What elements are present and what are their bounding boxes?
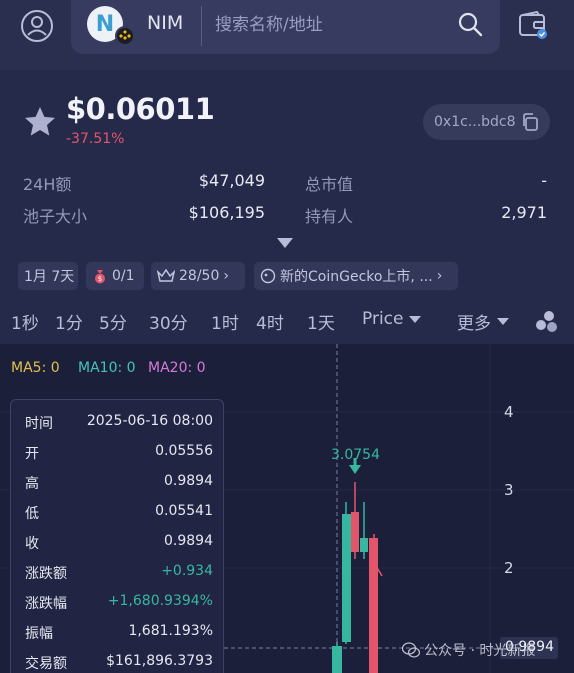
contract-address: 0x1c...bdc8: [434, 114, 516, 130]
ma20-label: MA20: 0: [148, 360, 206, 376]
search-input[interactable]: [215, 10, 445, 40]
tf-4h[interactable]: 4时: [256, 309, 284, 334]
stat-label-pool-size: 池子大小: [23, 207, 88, 226]
candle-body: [351, 512, 359, 552]
search-icon[interactable]: [457, 11, 483, 37]
token-name: NIM: [147, 12, 184, 34]
news-chip[interactable]: 新的CoinGecko上市, ... ›: [254, 262, 458, 290]
stat-value-holders: 2,971: [501, 203, 547, 222]
token-price: $0.06011: [66, 92, 215, 126]
money-bag-icon: $: [95, 270, 105, 284]
watermark: 公众号 · 时光新报: [402, 640, 535, 660]
peak-price-label: 3.0754: [331, 447, 380, 463]
tf-1s[interactable]: 1秒: [11, 309, 39, 334]
stat-value-market-cap: -: [541, 171, 547, 190]
peak-marker-arrow: [349, 465, 361, 474]
ma5-label: MA5: 0: [11, 360, 60, 376]
chevron-down-icon: [409, 315, 422, 323]
score-chip[interactable]: 28/50 ›: [151, 262, 245, 290]
expand-down-icon[interactable]: [276, 237, 294, 249]
candle-tooltip: 时间 2025-06-16 08:00 开 0.05556 高 0.9894 低…: [10, 399, 224, 673]
top-bar: N NIM: [0, 0, 574, 70]
chevron-right-icon: ›: [436, 268, 443, 284]
stat-label-market-cap: 总市值: [305, 175, 354, 194]
copy-icon[interactable]: [520, 112, 540, 132]
contract-address-chip[interactable]: 0x1c...bdc8: [423, 104, 550, 140]
age-chip[interactable]: 1月 7天: [18, 262, 78, 290]
search-bar[interactable]: N NIM: [71, 0, 500, 54]
svg-text:$: $: [98, 275, 102, 283]
tf-1h[interactable]: 1时: [211, 309, 239, 334]
tf-30m[interactable]: 30分: [149, 309, 188, 334]
y-tick-2: 2: [504, 559, 514, 577]
search-divider: [201, 6, 202, 46]
stat-value-pool-size: $106,195: [188, 203, 265, 222]
stat-value-24h-volume: $47,049: [198, 171, 265, 190]
candle-body: [369, 538, 378, 673]
favorite-star-icon[interactable]: [22, 104, 58, 140]
more-select[interactable]: 更多: [457, 309, 509, 334]
audit-chip[interactable]: $ 0/1: [86, 262, 144, 290]
price-change: -37.51%: [66, 131, 125, 147]
crown-icon: [157, 269, 175, 282]
indicators-icon[interactable]: [533, 308, 559, 334]
chevron-right-icon: ›: [223, 268, 229, 284]
tf-1d[interactable]: 1天: [307, 309, 335, 334]
candle-body: [332, 646, 342, 673]
y-tick-3: 3: [504, 481, 514, 499]
candle-body: [360, 538, 368, 552]
wechat-icon: [402, 642, 420, 658]
price-mode-select[interactable]: Price: [362, 309, 422, 329]
stat-label-holders: 持有人: [305, 207, 354, 226]
bnb-chain-icon: [115, 26, 135, 46]
user-profile-icon[interactable]: [20, 9, 54, 43]
tf-1m[interactable]: 1分: [55, 309, 83, 334]
coingecko-icon: [260, 268, 276, 284]
candle-body: [342, 514, 351, 642]
stat-label-24h-volume: 24H额: [23, 175, 72, 194]
chevron-down-icon: [497, 318, 509, 325]
wallet-icon[interactable]: [517, 9, 549, 41]
tf-5m[interactable]: 5分: [99, 309, 127, 334]
ma10-label: MA10: 0: [78, 360, 136, 376]
y-tick-4: 4: [504, 403, 514, 421]
